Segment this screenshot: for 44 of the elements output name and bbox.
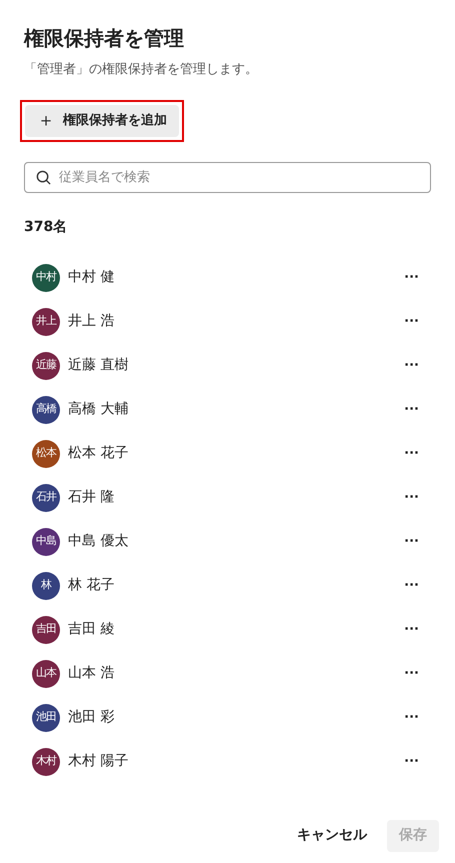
more-button[interactable]: ··· <box>404 755 419 768</box>
member-name: 木村 陽子 <box>68 752 128 771</box>
avatar: 高橋 <box>32 396 60 424</box>
member-name: 松本 花子 <box>68 444 128 463</box>
dialog-title: 権限保持者を管理 <box>24 25 185 52</box>
more-button[interactable]: ··· <box>404 667 419 680</box>
more-button[interactable]: ··· <box>404 491 419 504</box>
avatar: 池田 <box>32 704 60 732</box>
member-name: 林 花子 <box>68 576 114 595</box>
member-name: 吉田 綾 <box>68 620 114 639</box>
more-button[interactable]: ··· <box>404 271 419 284</box>
member-count: 378名 <box>24 218 68 236</box>
plus-icon: ＋ <box>37 112 55 130</box>
avatar: 山本 <box>32 660 60 688</box>
avatar: 松本 <box>32 440 60 468</box>
member-name: 近藤 直樹 <box>68 356 128 375</box>
more-button[interactable]: ··· <box>404 579 419 592</box>
avatar: 近藤 <box>32 352 60 380</box>
avatar: 吉田 <box>32 616 60 644</box>
member-name: 石井 隆 <box>68 488 114 507</box>
avatar: 井上 <box>32 308 60 336</box>
avatar: 中村 <box>32 264 60 292</box>
avatar: 中島 <box>32 528 60 556</box>
member-name: 中村 健 <box>68 268 114 287</box>
member-name: 山本 浩 <box>68 664 114 683</box>
cancel-button[interactable]: キャンセル <box>293 825 371 846</box>
avatar: 林 <box>32 572 60 600</box>
member-name: 中島 優太 <box>68 532 128 551</box>
member-name: 高橋 大輔 <box>68 400 128 419</box>
dialog-description: 「管理者」の権限保持者を管理します。 <box>24 61 259 79</box>
more-button[interactable]: ··· <box>404 315 419 328</box>
more-button[interactable]: ··· <box>404 535 419 548</box>
more-button[interactable]: ··· <box>404 403 419 416</box>
avatar: 石井 <box>32 484 60 512</box>
more-button[interactable]: ··· <box>404 623 419 636</box>
search-field[interactable]: 従業員名で検索 <box>24 162 431 192</box>
more-button[interactable]: ··· <box>404 447 419 460</box>
member-name: 池田 彩 <box>68 708 114 727</box>
add-holder-button[interactable]: ＋ 権限保持者を追加 <box>25 104 179 136</box>
more-button[interactable]: ··· <box>404 711 419 724</box>
search-icon <box>36 170 51 184</box>
avatar: 木村 <box>32 748 60 776</box>
member-name: 井上 浩 <box>68 312 114 331</box>
more-button[interactable]: ··· <box>404 359 419 372</box>
